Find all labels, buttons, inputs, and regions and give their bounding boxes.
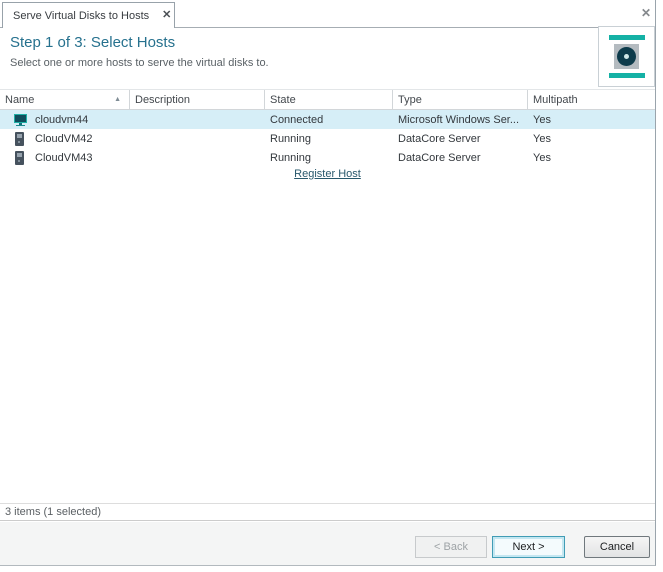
page-title: Step 1 of 3: Select Hosts [10, 34, 175, 51]
cell-state: Running [265, 152, 393, 164]
cell-multipath: Yes [528, 152, 655, 164]
column-header-description[interactable]: Description [130, 90, 265, 109]
back-button[interactable]: < Back [415, 536, 487, 558]
register-host-link[interactable]: Register Host [294, 168, 361, 180]
panel-close-icon[interactable]: ✕ [641, 7, 651, 19]
host-name: CloudVM43 [35, 152, 92, 164]
cell-type: Microsoft Windows Ser... [393, 114, 528, 126]
cell-type: DataCore Server [393, 152, 528, 164]
teal-bar-top [609, 35, 645, 40]
host-monitor-icon [13, 114, 28, 126]
disk-platter-icon [617, 47, 636, 66]
tab-serve-virtual-disks[interactable]: Serve Virtual Disks to Hosts ✕ [2, 2, 175, 28]
cell-name: CloudVM42 [0, 132, 130, 146]
column-header-state[interactable]: State [265, 90, 393, 109]
hosts-table: Name ▲ Description State Type Multipath … [0, 89, 655, 180]
disk-spindle-dot [624, 54, 629, 59]
page-subtitle: Select one or more hosts to serve the vi… [10, 57, 269, 69]
tab-bar: Serve Virtual Disks to Hosts ✕ ✕ [0, 0, 655, 28]
table-row-cloudvm43[interactable]: CloudVM43 Running DataCore Server Yes [0, 148, 655, 167]
host-name: CloudVM42 [35, 133, 92, 145]
server-icon [15, 151, 24, 165]
tab-close-icon[interactable]: ✕ [162, 10, 171, 21]
virtual-disk-icon [598, 26, 655, 87]
server-icon [15, 132, 24, 146]
serve-virtual-disks-wizard: Serve Virtual Disks to Hosts ✕ ✕ Step 1 … [0, 0, 656, 566]
cell-name: CloudVM43 [0, 151, 130, 165]
tab-title: Serve Virtual Disks to Hosts [13, 10, 149, 22]
cell-state: Connected [265, 114, 393, 126]
cell-name: cloudvm44 [0, 114, 130, 126]
cell-state: Running [265, 133, 393, 145]
table-row-cloudvm44[interactable]: cloudvm44 Connected Microsoft Windows Se… [0, 110, 655, 129]
column-header-multipath[interactable]: Multipath [528, 90, 655, 109]
status-bar-text: 3 items (1 selected) [5, 506, 101, 518]
disk-glyph [614, 44, 639, 69]
cancel-button[interactable]: Cancel [584, 536, 650, 558]
cell-multipath: Yes [528, 133, 655, 145]
sort-ascending-icon: ▲ [114, 96, 124, 103]
column-header-name[interactable]: Name ▲ [0, 90, 130, 109]
column-header-type[interactable]: Type [393, 90, 528, 109]
button-bar: < Back Next > Cancel [0, 522, 655, 565]
next-button[interactable]: Next > [492, 536, 565, 558]
cell-type: DataCore Server [393, 133, 528, 145]
teal-bar-bottom [609, 73, 645, 78]
status-bar: 3 items (1 selected) [0, 503, 655, 521]
cell-multipath: Yes [528, 114, 655, 126]
table-row-cloudvm42[interactable]: CloudVM42 Running DataCore Server Yes [0, 129, 655, 148]
host-name: cloudvm44 [35, 114, 88, 126]
column-header-name-label: Name [5, 94, 34, 106]
table-header-row: Name ▲ Description State Type Multipath [0, 89, 655, 110]
